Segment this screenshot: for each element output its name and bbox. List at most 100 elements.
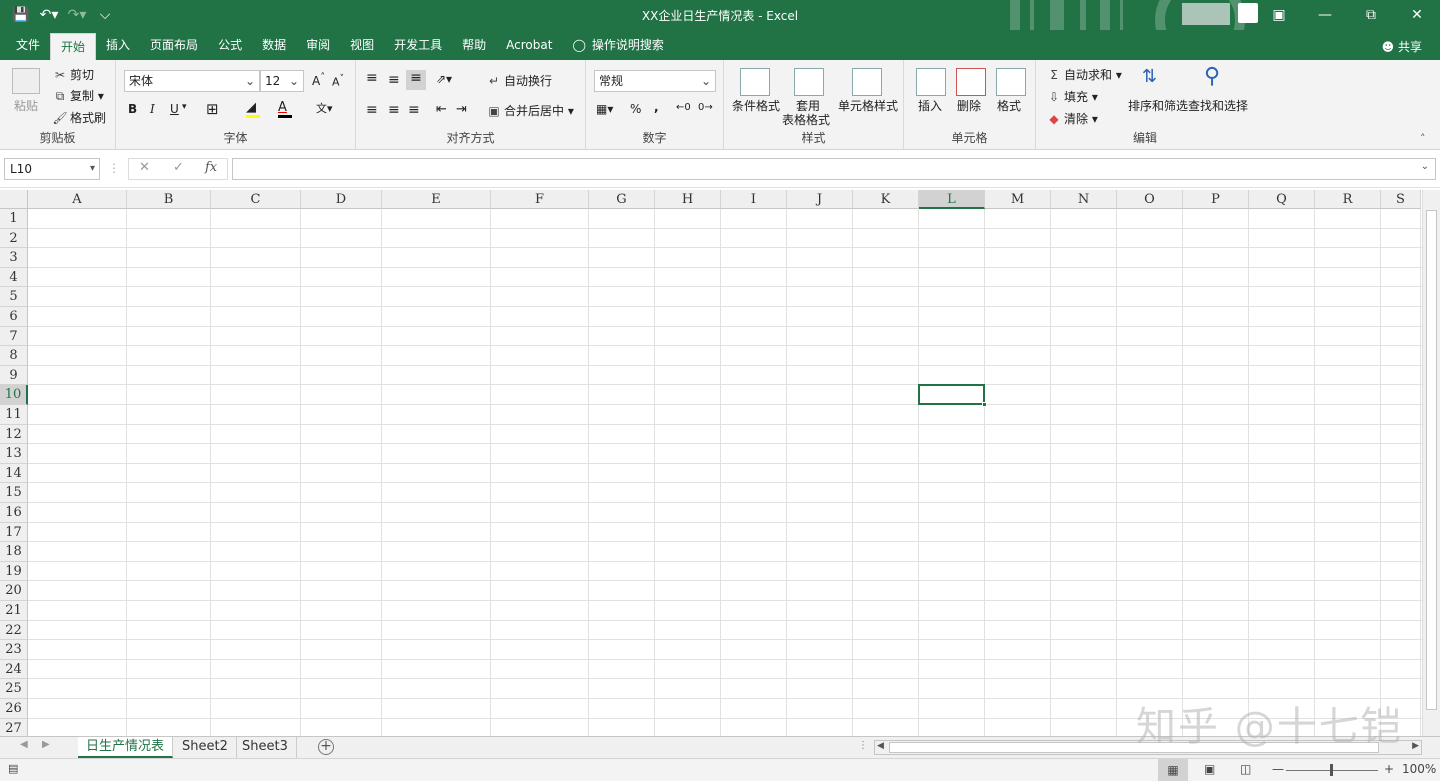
row-header-17[interactable]: 17 xyxy=(0,522,28,543)
format-painter-button[interactable]: 🖌 格式刷 xyxy=(52,109,106,126)
column-header-g[interactable]: G xyxy=(589,190,655,209)
row-header-8[interactable]: 8 xyxy=(0,346,28,366)
tab-developer[interactable]: 开发工具 xyxy=(384,30,452,60)
column-header-o[interactable]: O xyxy=(1117,190,1183,209)
column-header-k[interactable]: K xyxy=(853,190,919,209)
column-header-n[interactable]: N xyxy=(1051,190,1117,209)
sort-filter-button[interactable]: 排序和筛选 xyxy=(1128,97,1188,114)
vertical-scroll-thumb[interactable] xyxy=(1426,210,1437,710)
tab-split-grip-icon[interactable]: ⋮ xyxy=(858,740,868,751)
page-break-view-icon[interactable]: ◫ xyxy=(1240,762,1251,776)
zoom-slider-knob[interactable] xyxy=(1330,764,1333,776)
vertical-scrollbar[interactable] xyxy=(1422,190,1440,736)
font-name-select[interactable]: 宋体 ⌄ xyxy=(124,70,260,92)
row-header-5[interactable]: 5 xyxy=(0,287,28,307)
wrap-text-button[interactable]: ↵ 自动换行 xyxy=(486,72,552,89)
column-header-j[interactable]: J xyxy=(787,190,853,209)
delete-cells-button[interactable]: 删除 xyxy=(957,97,981,114)
cut-button[interactable]: ✂ 剪切 xyxy=(52,66,94,83)
column-header-e[interactable]: E xyxy=(382,190,491,209)
tab-acrobat[interactable]: Acrobat xyxy=(496,30,562,60)
column-header-d[interactable]: D xyxy=(301,190,382,209)
row-header-4[interactable]: 4 xyxy=(0,267,28,288)
italic-button[interactable]: I xyxy=(150,102,155,116)
collapse-ribbon-icon[interactable]: ˄ xyxy=(1420,132,1426,145)
enter-icon[interactable]: ✓ xyxy=(173,160,184,175)
column-header-a[interactable]: A xyxy=(28,190,127,209)
tab-file[interactable]: 文件 xyxy=(6,30,50,60)
formula-input[interactable]: ⌄ xyxy=(232,158,1436,180)
row-header-1[interactable]: 1 xyxy=(0,209,28,229)
tab-insert[interactable]: 插入 xyxy=(96,30,140,60)
select-all-corner[interactable] xyxy=(0,190,28,209)
minimize-icon[interactable]: — xyxy=(1302,0,1348,30)
underline-button[interactable]: U xyxy=(170,102,179,116)
align-middle-icon[interactable]: ≡ xyxy=(388,72,400,88)
page-layout-view-icon[interactable]: ▣ xyxy=(1204,762,1215,776)
tab-review[interactable]: 审阅 xyxy=(296,30,340,60)
column-header-s[interactable]: S xyxy=(1381,190,1421,209)
percent-button[interactable]: % xyxy=(630,102,641,116)
tab-data[interactable]: 数据 xyxy=(252,30,296,60)
ribbon-display-icon[interactable]: ▣ xyxy=(1256,0,1302,30)
row-header-19[interactable]: 19 xyxy=(0,561,28,582)
comma-button[interactable]: , xyxy=(654,100,659,114)
shrink-font-button[interactable]: A˅ xyxy=(332,73,344,89)
insert-function-icon[interactable]: fx xyxy=(205,160,217,175)
decrease-indent-icon[interactable]: ⇤ xyxy=(436,102,447,117)
row-header-3[interactable]: 3 xyxy=(0,248,28,268)
orientation-icon[interactable]: ⇗▾ xyxy=(436,72,452,86)
row-header-25[interactable]: 25 xyxy=(0,679,28,699)
column-header-h[interactable]: H xyxy=(655,190,721,209)
macro-record-icon[interactable]: ▤ xyxy=(8,762,18,775)
paste-button[interactable]: 粘贴 xyxy=(14,97,38,114)
cell-styles-button[interactable]: 单元格样式 xyxy=(838,97,898,114)
row-header-14[interactable]: 14 xyxy=(0,463,28,484)
sheet-tab-3[interactable]: Sheet3 xyxy=(234,737,297,758)
number-format-select[interactable]: 常规 ⌄ xyxy=(594,70,716,92)
increase-decimal-icon[interactable]: ←0 xyxy=(676,102,691,113)
next-sheet-icon[interactable]: ▶ xyxy=(42,739,50,750)
row-header-20[interactable]: 20 xyxy=(0,581,28,601)
phonetic-icon[interactable]: 文▾ xyxy=(316,100,333,116)
align-left-icon[interactable]: ≡ xyxy=(366,102,378,118)
tab-home[interactable]: 开始 xyxy=(50,33,97,60)
increase-indent-icon[interactable]: ⇥ xyxy=(456,102,467,117)
underline-dropdown-icon[interactable]: ▾ xyxy=(182,102,187,112)
column-header-m[interactable]: M xyxy=(985,190,1051,209)
row-header-7[interactable]: 7 xyxy=(0,326,28,347)
font-size-select[interactable]: 12 ⌄ xyxy=(260,70,304,92)
name-box[interactable]: L10 ▾ xyxy=(4,158,100,180)
tab-formulas[interactable]: 公式 xyxy=(208,30,252,60)
close-icon[interactable]: ✕ xyxy=(1394,0,1440,30)
sheet-tab-1[interactable]: 日生产情况表 xyxy=(78,737,174,758)
row-header-24[interactable]: 24 xyxy=(0,659,28,680)
fill-color-icon[interactable]: ◢ xyxy=(246,100,260,118)
cancel-icon[interactable]: ✕ xyxy=(139,160,150,175)
zoom-in-icon[interactable]: + xyxy=(1384,762,1394,776)
column-header-q[interactable]: Q xyxy=(1249,190,1315,209)
row-header-16[interactable]: 16 xyxy=(0,503,28,523)
align-center-icon[interactable]: ≡ xyxy=(388,102,400,118)
format-table-button[interactable]: 表格格式 xyxy=(782,111,830,128)
column-header-p[interactable]: P xyxy=(1183,190,1249,209)
row-header-6[interactable]: 6 xyxy=(0,307,28,327)
add-sheet-button[interactable]: + xyxy=(318,739,334,755)
zoom-level[interactable]: 100% xyxy=(1402,762,1436,776)
scroll-right-icon[interactable]: ▶ xyxy=(1412,741,1419,751)
column-header-c[interactable]: C xyxy=(211,190,301,209)
zoom-out-icon[interactable]: — xyxy=(1272,762,1284,776)
grow-font-button[interactable]: A˄ xyxy=(312,72,325,88)
align-bottom-icon[interactable]: ≡ xyxy=(406,70,426,90)
row-header-10[interactable]: 10 xyxy=(0,385,28,405)
row-header-18[interactable]: 18 xyxy=(0,542,28,562)
column-header-i[interactable]: I xyxy=(721,190,787,209)
conditional-format-button[interactable]: 条件格式 xyxy=(732,97,780,114)
scroll-left-icon[interactable]: ◀ xyxy=(877,741,884,751)
tab-view[interactable]: 视图 xyxy=(340,30,384,60)
row-header-15[interactable]: 15 xyxy=(0,483,28,503)
tab-page-layout[interactable]: 页面布局 xyxy=(140,30,208,60)
row-header-21[interactable]: 21 xyxy=(0,601,28,621)
column-header-f[interactable]: F xyxy=(491,190,589,209)
insert-cells-button[interactable]: 插入 xyxy=(918,97,942,114)
